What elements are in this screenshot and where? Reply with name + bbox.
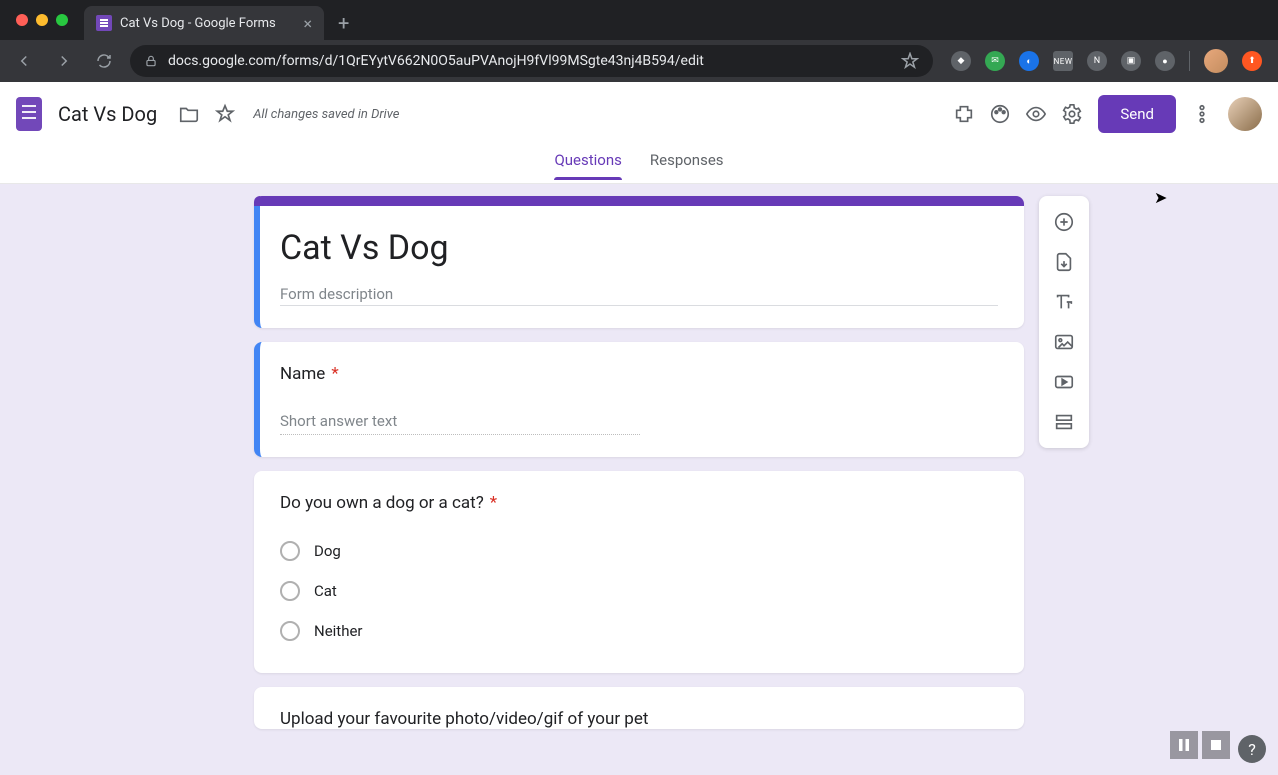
extension-icons: ◆ ✉ ◐ NEW N ▣ ● ⬆: [945, 49, 1268, 73]
help-button[interactable]: ?: [1238, 735, 1266, 763]
tab-questions[interactable]: Questions: [554, 151, 621, 179]
question-label[interactable]: Name *: [280, 364, 998, 384]
option-row[interactable]: Neither: [280, 611, 998, 651]
option-label: Cat: [314, 582, 337, 600]
extension-icon[interactable]: N: [1087, 51, 1107, 71]
tab-title: Cat Vs Dog - Google Forms: [120, 16, 295, 31]
extension-icon[interactable]: ◐: [1019, 51, 1039, 71]
question-card[interactable]: Name * Short answer text: [254, 342, 1024, 457]
question-card[interactable]: Upload your favourite photo/video/gif of…: [254, 687, 1024, 729]
required-asterisk-icon: *: [490, 493, 497, 513]
option-label: Dog: [314, 542, 341, 560]
back-button[interactable]: [10, 47, 38, 75]
question-card[interactable]: Do you own a dog or a cat? * Dog Cat Nei…: [254, 471, 1024, 673]
required-asterisk-icon: *: [331, 364, 338, 384]
pause-recording-button[interactable]: [1170, 731, 1198, 759]
url-text: docs.google.com/forms/d/1QrEYytV662N0O5a…: [168, 53, 704, 69]
add-question-button[interactable]: [1044, 202, 1084, 242]
reload-button[interactable]: [90, 47, 118, 75]
forms-tabs: Questions Responses: [0, 146, 1278, 184]
tab-close-icon[interactable]: ×: [303, 14, 312, 33]
question-text: Upload your favourite photo/video/gif of…: [280, 709, 648, 729]
window-controls[interactable]: [10, 0, 78, 40]
form-canvas: Cat Vs Dog Form description Name * Short…: [0, 184, 1278, 743]
form-description-input[interactable]: Form description: [280, 275, 998, 306]
move-to-folder-button[interactable]: [171, 96, 207, 132]
profile-avatar-icon[interactable]: [1204, 49, 1228, 73]
addons-button[interactable]: [946, 96, 982, 132]
question-toolbar: [1039, 196, 1089, 448]
settings-button[interactable]: [1054, 96, 1090, 132]
question-label[interactable]: Upload your favourite photo/video/gif of…: [280, 709, 998, 729]
add-video-button[interactable]: [1044, 362, 1084, 402]
new-tab-button[interactable]: +: [324, 6, 363, 40]
customize-theme-button[interactable]: [982, 96, 1018, 132]
recording-controls: [1170, 731, 1230, 759]
forward-button[interactable]: [50, 47, 78, 75]
preview-button[interactable]: [1018, 96, 1054, 132]
extension-icon[interactable]: ◆: [951, 51, 971, 71]
question-text: Do you own a dog or a cat?: [280, 493, 484, 513]
extension-icon[interactable]: ▣: [1121, 51, 1141, 71]
google-forms-logo-icon[interactable]: [16, 97, 42, 131]
question-text: Name: [280, 364, 325, 384]
short-answer-placeholder: Short answer text: [280, 412, 640, 435]
window-minimize-icon[interactable]: [36, 14, 48, 26]
tab-responses[interactable]: Responses: [650, 151, 724, 179]
form-title-input[interactable]: Cat Vs Dog: [280, 228, 998, 275]
extension-new-badge[interactable]: NEW: [1053, 51, 1073, 71]
add-section-button[interactable]: [1044, 402, 1084, 442]
add-title-button[interactable]: [1044, 282, 1084, 322]
account-avatar[interactable]: [1228, 97, 1262, 131]
stop-recording-button[interactable]: [1202, 731, 1230, 759]
window-close-icon[interactable]: [16, 14, 28, 26]
radio-icon[interactable]: [280, 621, 300, 641]
address-bar[interactable]: docs.google.com/forms/d/1QrEYytV662N0O5a…: [130, 45, 933, 77]
forms-header: Cat Vs Dog All changes saved in Drive Se…: [0, 82, 1278, 146]
extension-icon[interactable]: ●: [1155, 51, 1175, 71]
question-label[interactable]: Do you own a dog or a cat? *: [280, 493, 998, 513]
more-menu-button[interactable]: [1184, 96, 1220, 132]
form-name-input[interactable]: Cat Vs Dog: [58, 102, 157, 126]
divider: [1189, 51, 1190, 71]
bookmark-star-icon[interactable]: [901, 52, 919, 70]
window-fullscreen-icon[interactable]: [56, 14, 68, 26]
lock-icon: [144, 54, 158, 68]
add-image-button[interactable]: [1044, 322, 1084, 362]
option-row[interactable]: Dog: [280, 531, 998, 571]
radio-icon[interactable]: [280, 541, 300, 561]
send-button[interactable]: Send: [1098, 95, 1176, 133]
form-title-card[interactable]: Cat Vs Dog Form description: [254, 196, 1024, 328]
browser-chrome: Cat Vs Dog - Google Forms × + docs.googl…: [0, 0, 1278, 82]
save-status: All changes saved in Drive: [253, 107, 399, 122]
radio-icon[interactable]: [280, 581, 300, 601]
browser-tab[interactable]: Cat Vs Dog - Google Forms ×: [84, 6, 324, 40]
star-button[interactable]: [207, 96, 243, 132]
option-label: Neither: [314, 622, 363, 640]
import-questions-button[interactable]: [1044, 242, 1084, 282]
forms-favicon-icon: [96, 15, 112, 31]
option-row[interactable]: Cat: [280, 571, 998, 611]
extension-icon[interactable]: ✉: [985, 51, 1005, 71]
extension-icon[interactable]: ⬆: [1242, 51, 1262, 71]
